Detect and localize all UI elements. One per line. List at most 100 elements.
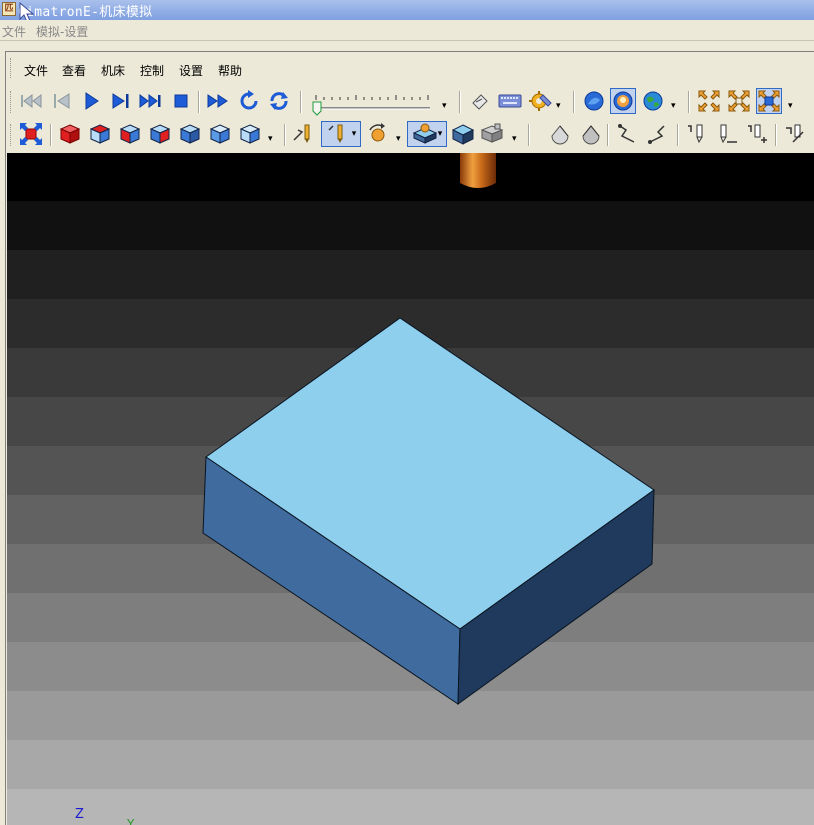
go-to-start-button[interactable] — [18, 88, 44, 114]
fixture-icon — [480, 123, 504, 143]
eraser-button[interactable] — [467, 88, 493, 114]
step-back-icon — [54, 93, 70, 109]
machine-view-dropdown-arrow[interactable]: ▾ — [788, 101, 793, 111]
speed-slider[interactable] — [310, 90, 440, 116]
tool-holder-icon — [786, 124, 804, 143]
fixture-dropdown-arrow[interactable]: ▾ — [512, 134, 517, 144]
material-removal-icon — [551, 125, 569, 145]
go-to-end-button[interactable] — [138, 88, 164, 114]
toolbar-grip[interactable] — [10, 91, 14, 113]
fixture-display-button[interactable] — [480, 121, 506, 147]
tool-holder-icon — [748, 124, 767, 143]
zoom-fit-button[interactable] — [18, 121, 44, 147]
cube-left-icon — [209, 124, 231, 144]
menu-bar: 文件 查看 机床 控制 设置 帮助 — [10, 56, 814, 80]
material-removal-button-1[interactable] — [547, 121, 573, 147]
view-mode-globe-button[interactable] — [640, 88, 666, 114]
rotate-part-button[interactable] — [365, 121, 391, 147]
cube-bottom-icon — [239, 124, 261, 144]
cube-back-icon — [179, 124, 201, 144]
fast-forward-button[interactable] — [205, 88, 231, 114]
stock-icon — [412, 123, 437, 144]
cube-red-icon — [59, 124, 81, 144]
loop-icon — [270, 92, 288, 110]
separator — [459, 91, 461, 113]
separator — [300, 91, 302, 113]
view-isometric-button[interactable] — [57, 121, 83, 147]
menu-help[interactable]: 帮助 — [218, 62, 242, 79]
separator — [775, 124, 777, 146]
menu-view[interactable]: 查看 — [62, 62, 86, 79]
rotate-part-icon — [369, 123, 385, 142]
settings-gear-button[interactable] — [528, 88, 554, 114]
view-left-button[interactable] — [207, 121, 233, 147]
keyboard-button[interactable] — [497, 88, 523, 114]
separator — [50, 124, 52, 146]
view-top-button[interactable] — [87, 121, 113, 147]
part-display-button[interactable] — [450, 121, 476, 147]
view-bottom-button[interactable] — [237, 121, 263, 147]
material-removal-button-2[interactable] — [578, 121, 604, 147]
tool-holder-button-3[interactable] — [744, 121, 770, 147]
speed-slider-track — [312, 95, 430, 116]
outer-menu-file[interactable]: 文件 — [2, 23, 26, 40]
view-front-button[interactable] — [117, 121, 143, 147]
view-mode-material-button[interactable] — [610, 88, 636, 114]
view-dropdown-arrow[interactable]: ▾ — [268, 134, 273, 144]
menu-settings[interactable]: 设置 — [179, 62, 203, 79]
fast-forward-icon — [207, 94, 228, 108]
gear-wrench-icon — [529, 91, 552, 111]
path-display-button-2[interactable] — [645, 121, 671, 147]
title-bar: 匹 CimatronE-机床模拟 — [0, 0, 814, 23]
cube-right-icon — [149, 124, 171, 144]
replay-button[interactable] — [236, 88, 262, 114]
outer-menu-bar: 文件 模拟-设置 — [0, 20, 814, 41]
keyboard-icon — [498, 94, 522, 108]
speed-dropdown-arrow[interactable]: ▾ — [442, 101, 447, 111]
menu-control[interactable]: 控制 — [140, 62, 164, 79]
menu-machine[interactable]: 机床 — [101, 62, 125, 79]
step-forward-button[interactable] — [108, 88, 134, 114]
tool-path-icon — [293, 124, 310, 143]
axis-label-y: Y — [127, 817, 135, 825]
tool-icon — [328, 124, 343, 143]
separator — [573, 91, 575, 113]
view-mode-dropdown-arrow[interactable]: ▾ — [671, 101, 676, 111]
blue-shape-icon — [584, 91, 604, 111]
menu-file[interactable]: 文件 — [24, 62, 48, 79]
stock-display-button[interactable]: ▾ — [407, 121, 447, 147]
tool-holder-button-1[interactable] — [684, 121, 710, 147]
tool-holder-button-2[interactable] — [714, 121, 740, 147]
toolbar-grip[interactable] — [10, 124, 14, 146]
gear-dropdown-arrow[interactable]: ▾ — [556, 101, 561, 111]
orange-part-icon — [613, 91, 633, 111]
cube-front-icon — [119, 124, 141, 144]
machine-view-button-1[interactable] — [696, 88, 722, 114]
zoom-fit-icon — [20, 123, 42, 145]
machine-view-button-2[interactable] — [726, 88, 752, 114]
toolpath-button[interactable] — [291, 121, 317, 147]
play-button[interactable] — [78, 88, 104, 114]
view-right-button[interactable] — [147, 121, 173, 147]
view-back-button[interactable] — [177, 121, 203, 147]
stop-button[interactable] — [168, 88, 194, 114]
stop-icon — [174, 94, 188, 108]
path-display-button-1[interactable] — [615, 121, 641, 147]
simulation-viewport[interactable]: Z Y — [7, 153, 814, 825]
step-back-button[interactable] — [48, 88, 74, 114]
divider — [0, 41, 814, 51]
view-mode-shaded-button[interactable] — [581, 88, 607, 114]
app-icon[interactable]: 匹 — [2, 2, 16, 16]
tool-holder-icon — [720, 124, 737, 144]
tool-display-button[interactable]: ▾ — [321, 121, 361, 147]
play-icon — [85, 92, 99, 110]
machine-view-button-3[interactable] — [756, 88, 782, 114]
rotate-dropdown-arrow[interactable]: ▾ — [396, 134, 401, 144]
machine-arrows-icon — [698, 90, 720, 112]
path-icon — [648, 125, 665, 144]
loop-button[interactable] — [266, 88, 292, 114]
outer-menu-sim-settings[interactable]: 模拟-设置 — [36, 23, 88, 40]
menubar-grip[interactable] — [10, 58, 14, 78]
path-icon — [618, 124, 635, 143]
tool-holder-button-4[interactable] — [782, 121, 808, 147]
